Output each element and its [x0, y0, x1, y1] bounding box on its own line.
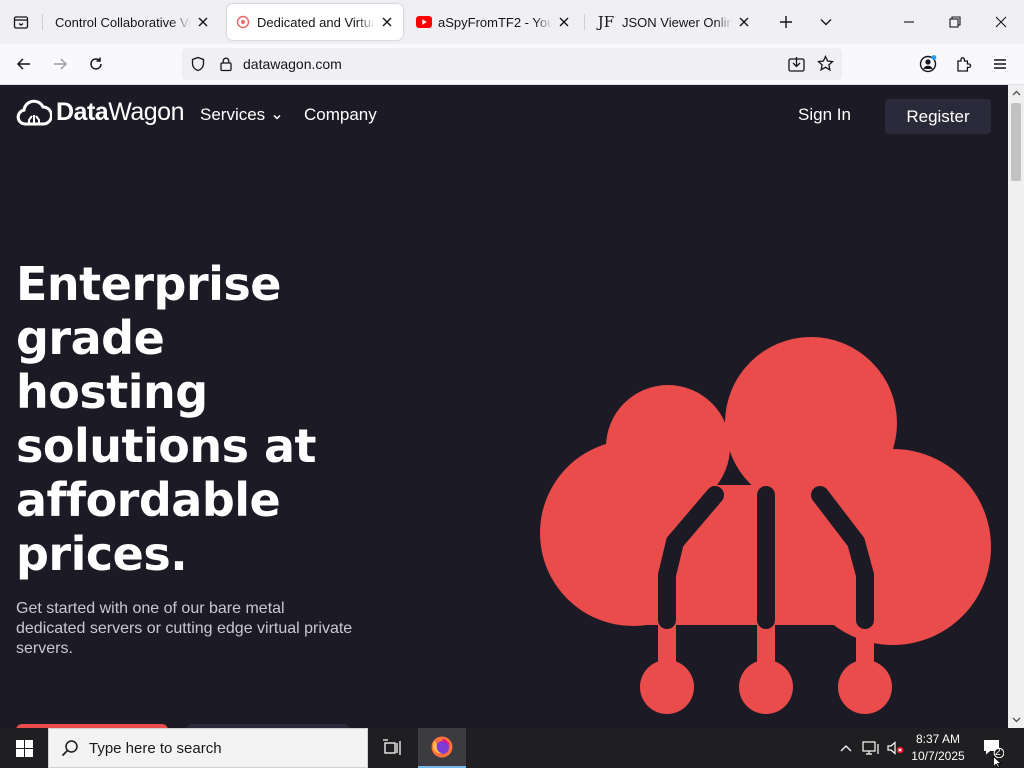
minimize-icon	[904, 21, 914, 23]
logo-wordmark: DataWagon	[56, 97, 184, 126]
url-bar[interactable]: datawagon.com	[182, 48, 842, 80]
datawagon-logo[interactable]: DataWagon	[16, 96, 184, 128]
chevron-down-icon	[820, 19, 832, 26]
extensions-button[interactable]	[948, 48, 980, 80]
page-scrollbar[interactable]	[1008, 85, 1024, 728]
hero-title-line: affordable	[16, 473, 281, 527]
tab-1-active[interactable]: Dedicated and Virtual Servers	[227, 4, 403, 40]
tab-title: JSON Viewer Online Best	[622, 14, 732, 30]
tab-title: aSpyFromTF2 - YouTube	[438, 14, 552, 30]
taskbar-clock[interactable]: 8:37 AM 10/7/2025	[906, 731, 970, 765]
close-icon[interactable]	[195, 14, 211, 30]
new-tab-button[interactable]	[772, 8, 800, 36]
hero-title-line: hosting	[16, 365, 208, 419]
volume-button[interactable]	[884, 728, 906, 768]
tab-bar: Control Collaborative Virtual Dedicated …	[0, 0, 1024, 44]
task-view-icon	[383, 739, 401, 755]
save-to-pocket-icon[interactable]	[788, 56, 805, 77]
restore-button[interactable]	[932, 0, 978, 44]
nav-services[interactable]: Services	[200, 105, 282, 125]
chevron-up-icon	[840, 745, 852, 752]
clock-date: 10/7/2025	[911, 749, 965, 763]
back-button[interactable]	[8, 48, 40, 80]
windows-taskbar: Type here to search 8:37 AM 10/7/2025 2	[0, 728, 1024, 768]
restore-icon	[949, 16, 961, 28]
close-icon	[995, 16, 1007, 28]
jf-favicon: JF	[597, 13, 615, 31]
lock-icon[interactable]	[218, 56, 234, 77]
start-button[interactable]	[0, 728, 48, 768]
sign-in-link[interactable]: Sign In	[798, 105, 851, 125]
back-arrow-icon	[16, 58, 30, 70]
url-text[interactable]: datawagon.com	[243, 56, 342, 72]
app-menu-button[interactable]	[984, 48, 1016, 80]
forward-button[interactable]	[44, 48, 76, 80]
nav-services-label: Services	[200, 105, 266, 124]
cloud-network-illustration	[540, 337, 991, 714]
minimize-button[interactable]	[886, 0, 932, 44]
tab-2[interactable]: aSpyFromTF2 - YouTube	[408, 4, 580, 40]
mouse-cursor-icon	[993, 756, 1003, 768]
nav-company[interactable]: Company	[304, 105, 377, 125]
show-hidden-icons-button[interactable]	[836, 728, 856, 768]
tab-3[interactable]: JF JSON Viewer Online Best	[588, 4, 760, 40]
volume-muted-icon	[887, 741, 904, 755]
datawagon-favicon	[235, 14, 251, 30]
list-all-tabs-button[interactable]	[812, 8, 840, 36]
tab-title: Dedicated and Virtual Servers	[257, 14, 375, 30]
hero-title-line: Enterprise	[16, 257, 282, 311]
bookmark-star-icon[interactable]	[817, 54, 834, 77]
close-icon[interactable]	[379, 14, 395, 30]
hero-title-line: prices.	[16, 527, 188, 581]
search-placeholder: Type here to search	[89, 739, 222, 757]
tab-list-button[interactable]	[0, 0, 42, 44]
windows-logo-icon	[15, 739, 33, 757]
hero-title-line: grade	[16, 311, 165, 365]
plus-icon	[780, 16, 792, 28]
youtube-icon	[416, 14, 432, 30]
close-icon[interactable]	[556, 14, 572, 30]
puzzle-icon	[957, 57, 972, 72]
account-button[interactable]	[912, 48, 944, 80]
tab-list-icon	[13, 16, 29, 29]
forward-arrow-icon	[54, 58, 68, 70]
reload-icon	[90, 57, 102, 70]
register-button[interactable]: Register	[885, 99, 991, 134]
tracking-protection-shield-icon[interactable]	[190, 56, 206, 77]
taskbar-firefox[interactable]	[418, 728, 466, 768]
page-viewport: DataWagon Services Company Sign In Regis…	[0, 85, 1008, 728]
close-window-button[interactable]	[978, 0, 1024, 44]
tab-separator	[584, 14, 585, 30]
close-icon[interactable]	[736, 14, 752, 30]
hero-subtitle: Get started with one of our bare metal d…	[16, 600, 353, 657]
scroll-down-arrow[interactable]	[1008, 712, 1024, 728]
hamburger-menu-icon	[994, 59, 1006, 69]
account-icon	[919, 55, 937, 73]
firefox-icon	[431, 736, 453, 758]
tab-title: Control Collaborative Virtual	[55, 14, 191, 30]
taskbar-search-box[interactable]: Type here to search	[48, 728, 368, 768]
tab-0[interactable]: Control Collaborative Virtual	[47, 4, 219, 40]
search-icon	[61, 740, 78, 757]
network-icon	[862, 741, 879, 755]
clock-time: 8:37 AM	[915, 732, 961, 746]
scrollbar-thumb[interactable]	[1011, 103, 1021, 181]
hero-title-line: solutions at	[16, 419, 317, 473]
hero-title: Enterprise grade hosting solutions at af…	[16, 257, 356, 581]
chevron-down-icon	[273, 114, 281, 120]
navigation-toolbar: datawagon.com	[0, 44, 1024, 85]
tab-separator	[42, 14, 43, 30]
cloud-logo-icon	[16, 99, 52, 126]
network-button[interactable]	[860, 728, 882, 768]
scroll-up-arrow[interactable]	[1008, 85, 1024, 101]
reload-button[interactable]	[80, 48, 112, 80]
task-view-button[interactable]	[370, 728, 414, 768]
